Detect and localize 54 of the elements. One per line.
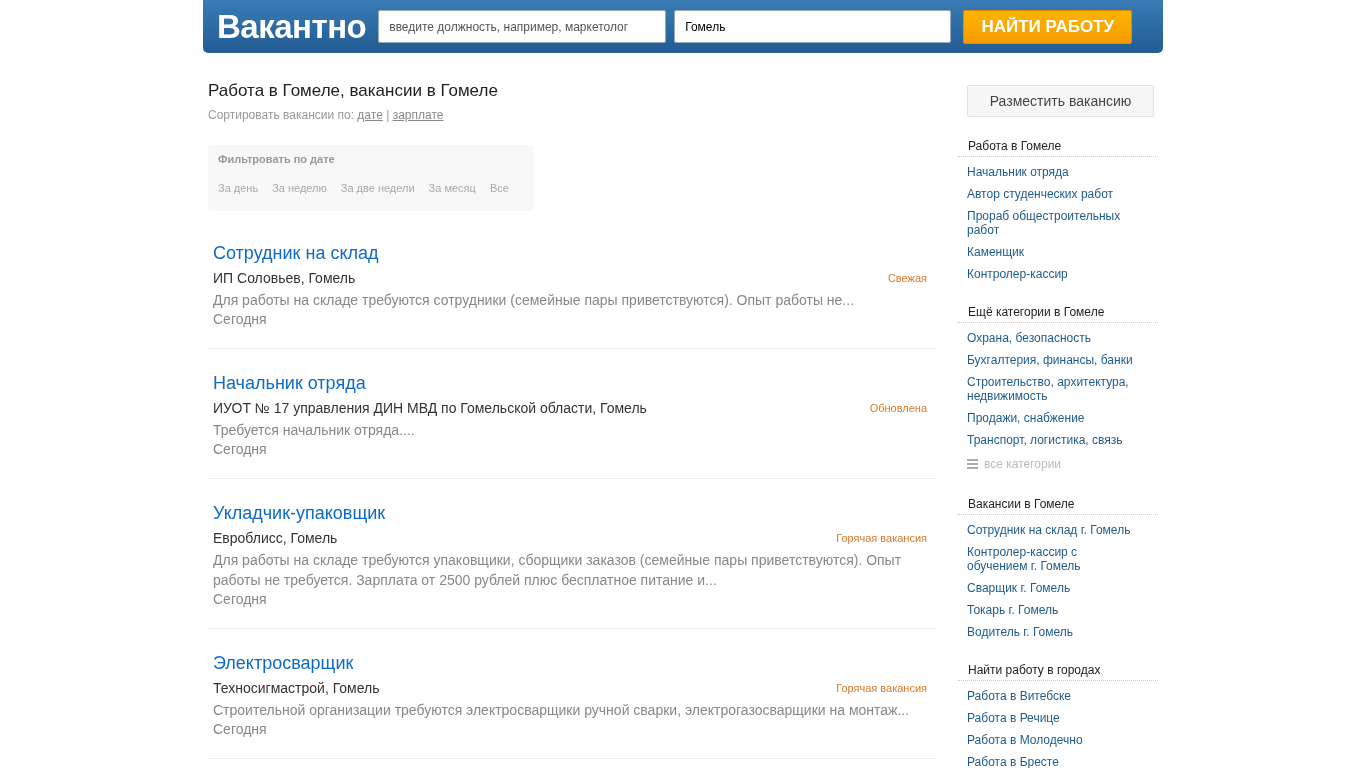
section-title: Ещё категории в Гомеле [958,303,1158,323]
vacancy-tag: Свежая [887,269,927,287]
section-title: Вакансии в Гомеле [958,495,1158,515]
post-vacancy-button[interactable]: Разместить вакансию [967,85,1154,117]
vacancy-date: Сегодня [213,720,268,738]
sidebar-link[interactable]: Прораб общестроительных работ [958,209,1158,237]
sidebar-link[interactable]: Бухгалтерия, финансы, банки [958,353,1158,367]
vacancy-date: Сегодня [213,310,268,328]
vacancy-description: Строительной организации требуются электросварщики ручной сварки, электрогазосварщики на монтаж... [213,701,911,720]
vacancy-date: Сегодня [213,440,268,458]
sidebar-link[interactable]: Работа в Бресте [958,755,1158,768]
sidebar-link[interactable]: Сотрудник на склад г. Гомель [958,523,1158,537]
sort-link[interactable]: дате [357,107,383,122]
list-icon [967,459,978,469]
sidebar-link[interactable]: Транспорт, логистика, связь [958,433,1158,447]
sidebar-link[interactable]: Работа в Витебске [958,689,1158,703]
sort-label: Сортировать вакансии по: [208,107,354,122]
sidebar-link[interactable]: Сварщик г. Гомель [958,581,1158,595]
section-title: Найти работу в городах [958,661,1158,681]
page-title: Работа в Гомеле, вакансии в Гомеле [208,80,499,102]
sidebar-link[interactable]: Работа в Молодечно [958,733,1158,747]
sidebar-link[interactable]: Начальник отряда [958,165,1158,179]
sidebar-link[interactable]: Водитель г. Гомель [958,625,1158,639]
vacancy-title[interactable]: Электросварщик [213,651,354,675]
sidebar-link[interactable]: Охрана, безопасность [958,331,1158,345]
filter-title: Фильтровать по дате [218,151,336,167]
vacancy-title[interactable]: Сотрудник на склад [213,241,379,265]
city-field[interactable]: Гомель [674,10,952,43]
vacancy-title[interactable]: Укладчик-упаковщик [213,501,386,525]
sidebar-link[interactable]: Строительство, архитектура, недвижимость [958,375,1158,403]
vacancy-tag: Горячая вакансия [836,529,927,547]
company-name: ИУОТ № 17 управления ДИН МВД по Гомельской области, Гомель [213,399,647,418]
sidebar-link[interactable]: Контролер-кассир с обучением г. Гомель [958,545,1158,573]
sidebar-link[interactable]: Работа в Речице [958,711,1158,725]
vacancy-description: Требуется начальник отряда.... [213,421,416,440]
sidebar-link[interactable]: Продажи, снабжение [958,411,1158,425]
vacancy-tag: Горячая вакансия [836,679,927,697]
vacancy-date: Сегодня [213,590,268,608]
search-field[interactable]: введите должность, например, маркетолог [378,10,667,43]
section-title: Работа в Гомеле [958,137,1158,157]
sidebar-link[interactable]: Автор студенческих работ [958,187,1158,201]
sidebar-link[interactable]: Токарь г. Гомель [958,603,1158,617]
vacancy-title[interactable]: Начальник отряда [213,371,366,395]
sidebar-link[interactable]: Контролер-кассир [958,267,1158,281]
vacancy-tag: Обновлена [869,399,927,417]
vacancy-description: Для работы на складе требуются сотрудники (семейные пары приветствуются). Опыт работы не... [213,291,856,310]
sort-link[interactable]: зарплате [392,107,444,122]
company-name: Техносигмастрой, Гомель [213,679,380,698]
site-logo[interactable]: Вакантно [217,10,367,43]
company-name: ИП Соловьев, Гомель [213,269,356,288]
vacancy-description: Для работы на складе требуются упаковщики, сборщики заказов (семейные пары приветствуются). Опыт работы не требуется. Зарплата от 2500 рублей плюс бесплатное питание и... [213,551,903,590]
separator: | [386,107,390,122]
sidebar-link[interactable]: Каменщик [958,245,1158,259]
company-name: Евроблисс, Гомель [213,529,338,548]
